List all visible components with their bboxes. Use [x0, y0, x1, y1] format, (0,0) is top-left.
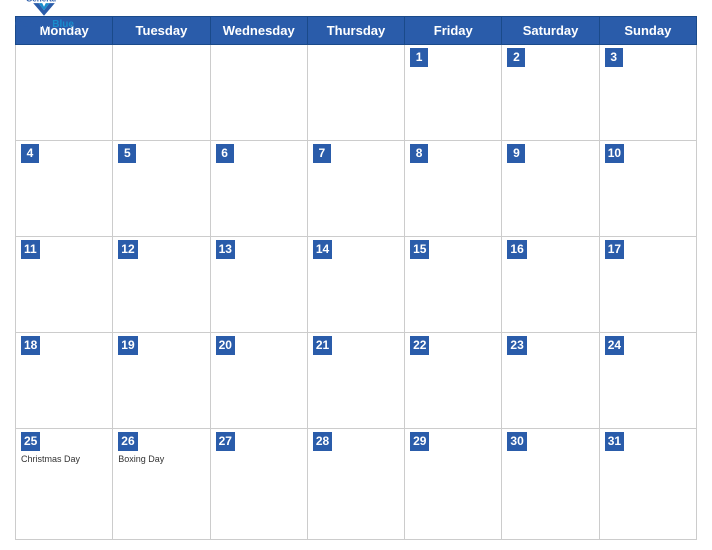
- calendar-cell: [307, 45, 404, 141]
- calendar-cell: 16: [502, 237, 599, 333]
- calendar-event: Christmas Day: [21, 454, 107, 464]
- day-number: 21: [313, 336, 332, 355]
- day-number: 10: [605, 144, 624, 163]
- calendar-cell: 19: [113, 333, 210, 429]
- calendar-cell: 9: [502, 141, 599, 237]
- week-row-1: 1 2 3: [16, 45, 697, 141]
- calendar-cell: 28: [307, 429, 404, 540]
- day-number: 6: [216, 144, 234, 163]
- day-number: 8: [410, 144, 428, 163]
- calendar-cell: 13: [210, 237, 307, 333]
- day-number: 14: [313, 240, 332, 259]
- day-number: 13: [216, 240, 235, 259]
- day-number: 17: [605, 240, 624, 259]
- day-number: 5: [118, 144, 136, 163]
- day-number: 1: [410, 48, 428, 67]
- day-number: 30: [507, 432, 526, 451]
- calendar-cell: 25 Christmas Day: [16, 429, 113, 540]
- calendar-cell: 20: [210, 333, 307, 429]
- weekday-header-wednesday: Wednesday: [210, 17, 307, 45]
- week-row-5: 25 Christmas Day 26 Boxing Day 27 28 29 30 31: [16, 429, 697, 540]
- calendar-cell: 22: [405, 333, 502, 429]
- day-number: 16: [507, 240, 526, 259]
- calendar-cell: [113, 45, 210, 141]
- day-number: 11: [21, 240, 40, 259]
- day-number: 26: [118, 432, 137, 451]
- svg-text:General: General: [26, 0, 56, 3]
- day-number: 15: [410, 240, 429, 259]
- calendar-cell: 23: [502, 333, 599, 429]
- day-number: 3: [605, 48, 623, 67]
- day-number: 25: [21, 432, 40, 451]
- calendar-cell: [210, 45, 307, 141]
- calendar-cell: 5: [113, 141, 210, 237]
- calendar-cell: 30: [502, 429, 599, 540]
- weekday-header-sunday: Sunday: [599, 17, 696, 45]
- week-row-2: 4 5 6 7 8 9 10: [16, 141, 697, 237]
- calendar-cell: 24: [599, 333, 696, 429]
- weekday-header-saturday: Saturday: [502, 17, 599, 45]
- day-number: 28: [313, 432, 332, 451]
- day-number: 9: [507, 144, 525, 163]
- day-number: 22: [410, 336, 429, 355]
- week-row-4: 18 19 20 21 22 23 24: [16, 333, 697, 429]
- day-number: 18: [21, 336, 40, 355]
- calendar-cell: 1: [405, 45, 502, 141]
- calendar-cell: 12: [113, 237, 210, 333]
- weekday-header-friday: Friday: [405, 17, 502, 45]
- calendar-cell: 26 Boxing Day: [113, 429, 210, 540]
- day-number: 4: [21, 144, 39, 163]
- calendar-cell: [16, 45, 113, 141]
- weekday-header-thursday: Thursday: [307, 17, 404, 45]
- calendar-cell: 17: [599, 237, 696, 333]
- day-number: 31: [605, 432, 624, 451]
- calendar-cell: 15: [405, 237, 502, 333]
- calendar-cell: 11: [16, 237, 113, 333]
- day-number: 27: [216, 432, 235, 451]
- day-number: 19: [118, 336, 137, 355]
- calendar-cell: 29: [405, 429, 502, 540]
- calendar-cell: 8: [405, 141, 502, 237]
- weekday-header-row: MondayTuesdayWednesdayThursdayFridaySatu…: [16, 17, 697, 45]
- calendar-cell: 3: [599, 45, 696, 141]
- week-row-3: 11 12 13 14 15 16 17: [16, 237, 697, 333]
- calendar-cell: 14: [307, 237, 404, 333]
- calendar-cell: 27: [210, 429, 307, 540]
- day-number: 2: [507, 48, 525, 67]
- day-number: 23: [507, 336, 526, 355]
- calendar-table: MondayTuesdayWednesdayThursdayFridaySatu…: [15, 16, 697, 540]
- calendar-cell: 2: [502, 45, 599, 141]
- day-number: 12: [118, 240, 137, 259]
- weekday-header-tuesday: Tuesday: [113, 17, 210, 45]
- day-number: 24: [605, 336, 624, 355]
- calendar-cell: 31: [599, 429, 696, 540]
- calendar-cell: 4: [16, 141, 113, 237]
- logo-text: GeneralBlue: [15, 19, 74, 31]
- calendar-event: Boxing Day: [118, 454, 204, 464]
- calendar-cell: 7: [307, 141, 404, 237]
- calendar-cell: 6: [210, 141, 307, 237]
- calendar-cell: 10: [599, 141, 696, 237]
- logo: General GeneralBlue: [15, 0, 74, 31]
- day-number: 29: [410, 432, 429, 451]
- day-number: 7: [313, 144, 331, 163]
- calendar-cell: 18: [16, 333, 113, 429]
- day-number: 20: [216, 336, 235, 355]
- calendar-cell: 21: [307, 333, 404, 429]
